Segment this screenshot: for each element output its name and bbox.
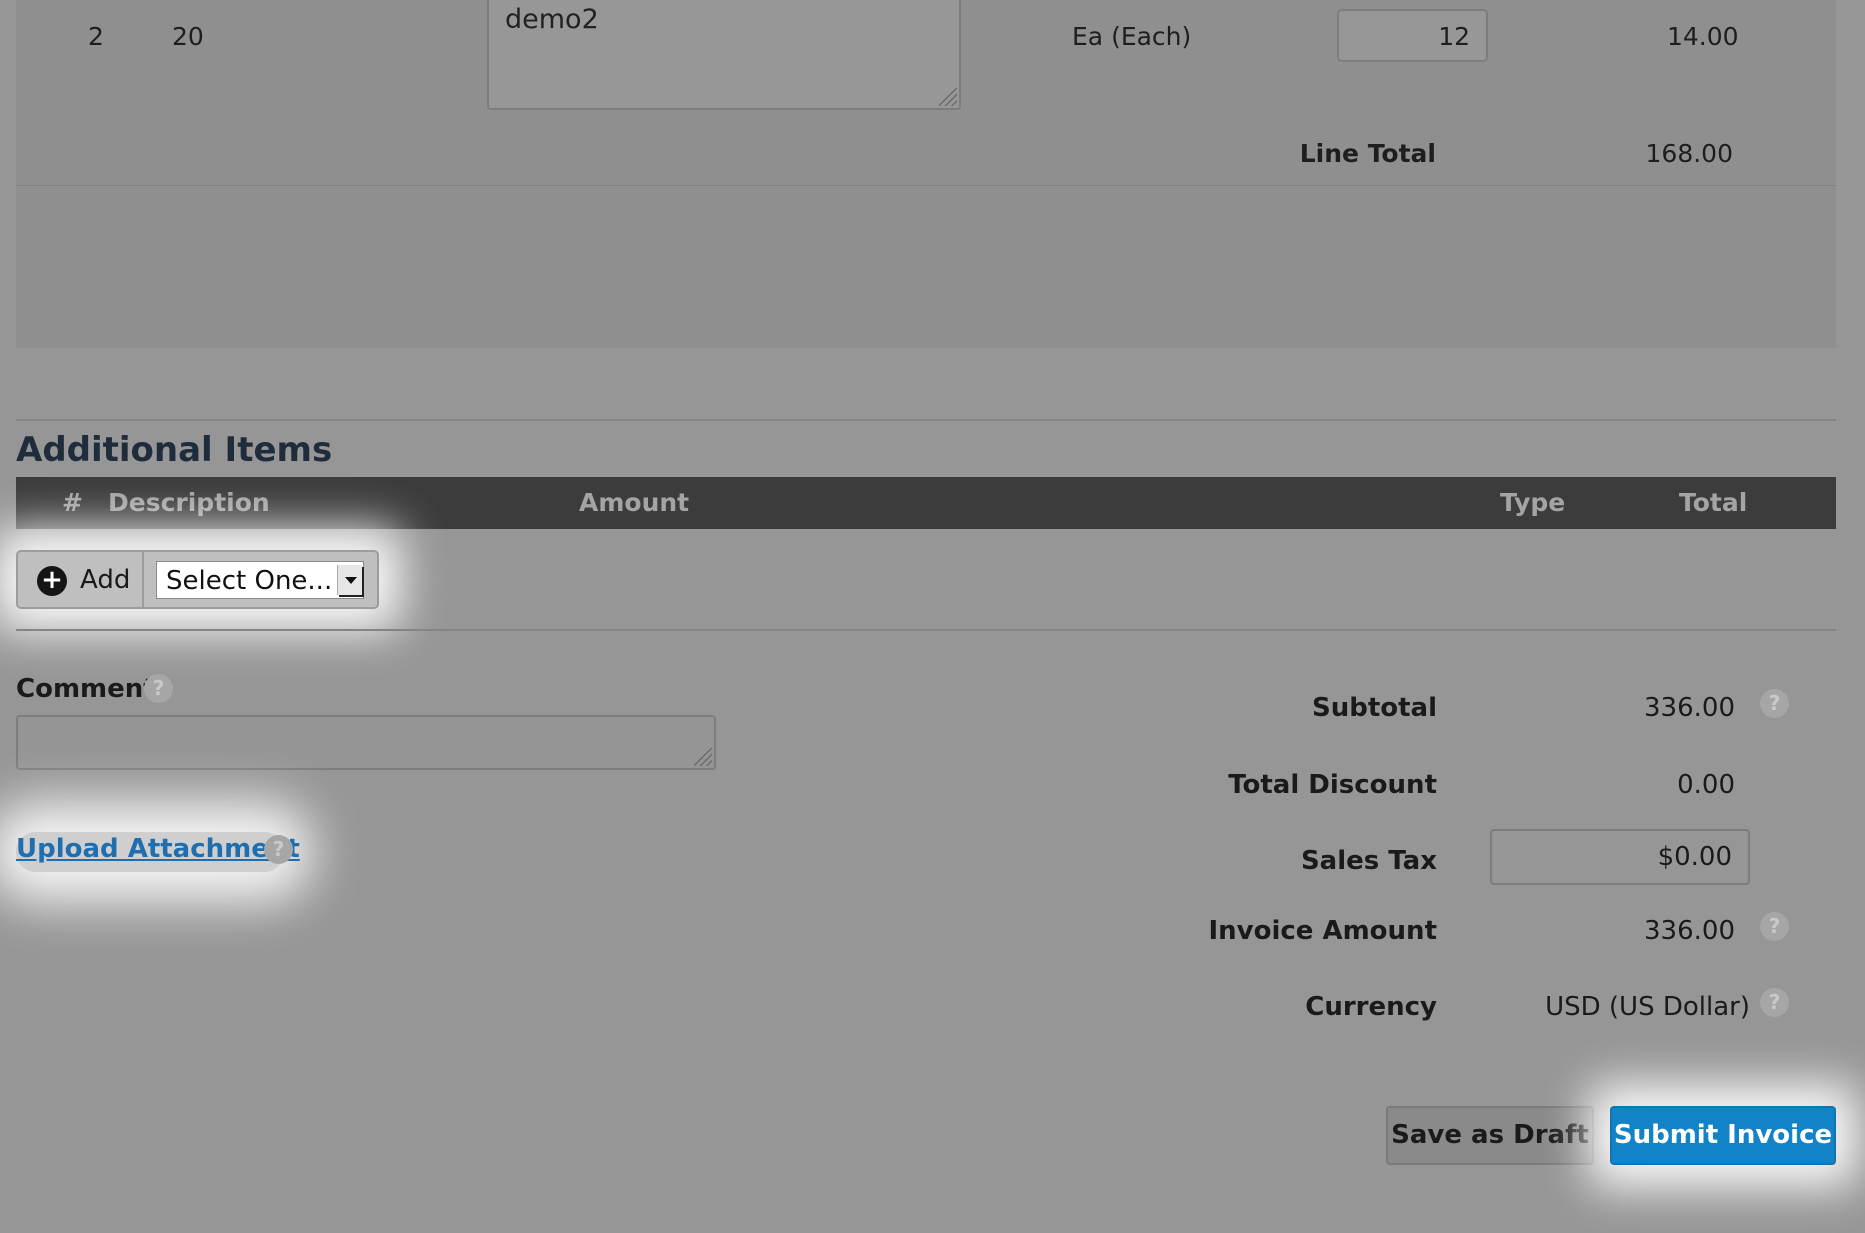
divider [16, 629, 1836, 631]
resize-handle-icon[interactable] [694, 748, 712, 766]
line-total-value: 168.00 [1645, 139, 1733, 168]
select-value: Select One... [166, 566, 333, 596]
currency-value: USD (US Dollar) [1545, 992, 1750, 1022]
sales-tax-label: Sales Tax [1300, 846, 1437, 876]
invoice-amount-value: 336.00 [1644, 916, 1735, 946]
column-header-number: # [62, 488, 83, 517]
question-icon[interactable]: ? [144, 674, 173, 703]
divider [16, 419, 1836, 421]
question-icon[interactable]: ? [1760, 912, 1789, 941]
total-discount-label: Total Discount [1228, 770, 1437, 800]
save-as-draft-button[interactable]: Save as Draft [1386, 1106, 1594, 1165]
question-icon[interactable]: ? [264, 835, 293, 864]
add-item-button[interactable]: + Add [18, 552, 144, 607]
unit-of-measure: Ea (Each) [1072, 22, 1192, 51]
chevron-down-icon [337, 565, 362, 595]
divider [16, 185, 1836, 186]
column-header-amount: Amount [579, 488, 690, 517]
currency-label: Currency [1305, 992, 1437, 1022]
subtotal-label: Subtotal [1311, 693, 1437, 723]
add-item-control: + Add Select One... [16, 550, 379, 609]
comment-textarea[interactable] [16, 715, 716, 770]
line-number: 2 [88, 22, 104, 51]
column-header-total: Total [1679, 488, 1748, 517]
description-text: demo2 [505, 4, 599, 35]
comment-label: Comment [16, 674, 156, 704]
subtotal-value: 336.00 [1644, 693, 1735, 723]
section-title: Additional Items [16, 430, 333, 470]
quantity-input[interactable]: 12 [1337, 9, 1488, 62]
question-icon[interactable]: ? [1760, 689, 1789, 718]
column-header-description: Description [108, 488, 270, 517]
item-type-select[interactable]: Select One... [156, 561, 364, 599]
add-label: Add [80, 565, 131, 595]
submit-invoice-button[interactable]: Submit Invoice [1610, 1106, 1836, 1165]
sales-tax-input[interactable]: $0.00 [1490, 829, 1750, 885]
resize-handle-icon[interactable] [939, 88, 957, 106]
description-textarea[interactable]: demo2 [487, 0, 961, 110]
upload-attachment-link[interactable]: Upload Attachment [16, 834, 300, 864]
invoice-amount-label: Invoice Amount [1208, 916, 1437, 946]
question-icon[interactable]: ? [1760, 988, 1789, 1017]
additional-items-header: # Description Amount Type Total [16, 477, 1836, 529]
line-code: 20 [172, 22, 204, 51]
column-header-type: Type [1500, 488, 1566, 517]
plus-circle-icon: + [37, 566, 67, 596]
total-discount-value: 0.00 [1677, 770, 1735, 800]
unit-price: 14.00 [1667, 22, 1739, 51]
line-total-label: Line Total [1299, 139, 1436, 168]
